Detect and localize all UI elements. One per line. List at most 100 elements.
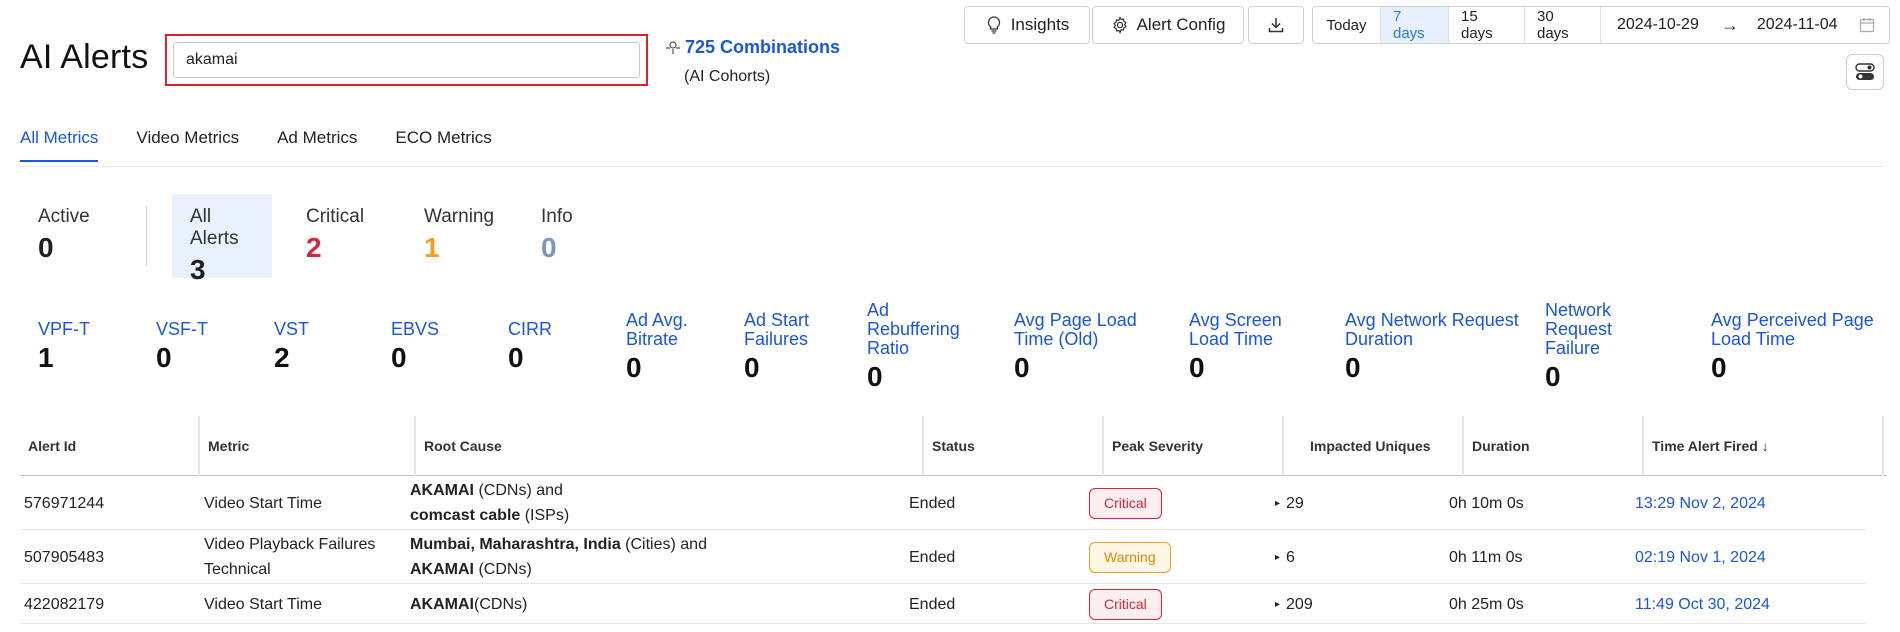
end-date-input[interactable]: 2024-11-04 bbox=[1741, 16, 1854, 34]
alert-id: 507905483 bbox=[24, 548, 105, 566]
counter-label: Warning bbox=[424, 206, 495, 227]
severity-badge: Critical bbox=[1089, 487, 1162, 519]
alert-duration: 0h 25m 0s bbox=[1449, 595, 1524, 613]
counter-active[interactable]: Active 0 bbox=[20, 194, 108, 278]
expand-triangle-icon: ▸ bbox=[1275, 598, 1281, 610]
counter-value: 0 bbox=[541, 232, 557, 263]
metric-label: Network Request Failure bbox=[1545, 300, 1613, 358]
metric-label: Avg Perceived Page Load Time bbox=[1711, 310, 1874, 349]
col-root-cause[interactable]: Root Cause bbox=[414, 416, 922, 476]
col-duration[interactable]: Duration bbox=[1462, 416, 1642, 476]
insights-button[interactable]: Insights bbox=[964, 6, 1090, 44]
metric-ad-rebuffering-ratio[interactable]: Ad Rebuffering Ratio 0 bbox=[867, 301, 977, 393]
counter-value: 2 bbox=[306, 232, 322, 263]
range-7-days[interactable]: 7 days bbox=[1381, 7, 1449, 43]
tab-eco-metrics[interactable]: ECO Metrics bbox=[395, 128, 491, 162]
calendar-icon[interactable] bbox=[1859, 17, 1875, 33]
metric-avg-perceived-page-load-time[interactable]: Avg Perceived Page Load Time 0 bbox=[1711, 311, 1891, 384]
root-cause-primary-type: (CDNs) bbox=[474, 595, 528, 613]
col-peak-severity[interactable]: Peak Severity bbox=[1102, 416, 1282, 476]
metric-ad-start-failures[interactable]: Ad Start Failures 0 bbox=[744, 311, 844, 384]
alert-id: 576971244 bbox=[24, 494, 105, 512]
time-alert-fired-link[interactable]: 13:29 Nov 2, 2024 bbox=[1635, 476, 1766, 530]
toggle-icon bbox=[1855, 63, 1875, 80]
impacted-uniques[interactable]: ▸ 209 bbox=[1275, 584, 1313, 624]
alert-status: Ended bbox=[909, 595, 956, 613]
col-status[interactable]: Status bbox=[922, 416, 1102, 476]
header-end-divider bbox=[1882, 416, 1884, 476]
metric-value: 0 bbox=[1545, 361, 1561, 392]
search-input[interactable] bbox=[173, 42, 640, 78]
alert-config-button[interactable]: Alert Config bbox=[1092, 6, 1244, 44]
download-icon bbox=[1268, 18, 1284, 33]
counter-label: All Alerts bbox=[190, 206, 239, 249]
table-row[interactable]: 507905483 Video Playback Failures Techni… bbox=[20, 530, 1866, 584]
range-30-days[interactable]: 30 days bbox=[1525, 7, 1601, 43]
table-row[interactable]: 422082179 Video Start Time AKAMAI (CDNs)… bbox=[20, 584, 1866, 624]
insights-label: Insights bbox=[1010, 15, 1070, 34]
range-15-days[interactable]: 15 days bbox=[1449, 7, 1525, 43]
counter-value: 1 bbox=[424, 232, 440, 263]
metric-ad-avg-bitrate[interactable]: Ad Avg. Bitrate 0 bbox=[626, 311, 726, 384]
tab-all-metrics[interactable]: All Metrics bbox=[20, 128, 99, 162]
metric-network-request-failure[interactable]: Network Request Failure 0 bbox=[1545, 301, 1645, 393]
counter-warning[interactable]: Warning 1 bbox=[406, 194, 512, 278]
metric-avg-network-request-duration[interactable]: Avg Network Request Duration 0 bbox=[1345, 311, 1535, 384]
root-cause-primary-type: (CDNs) and bbox=[474, 482, 563, 499]
col-metric[interactable]: Metric bbox=[198, 416, 414, 476]
impacted-uniques-value: 209 bbox=[1286, 595, 1313, 613]
download-button[interactable] bbox=[1248, 6, 1304, 44]
combinations-link[interactable]: 725 Combinations bbox=[664, 37, 840, 58]
table-row[interactable]: 576971244 Video Start Time AKAMAI (CDNs)… bbox=[20, 476, 1866, 530]
table-header: Alert Id Metric Root Cause Status Peak S… bbox=[20, 416, 1886, 476]
root-cause-primary: AKAMAI bbox=[410, 482, 474, 499]
impacted-uniques[interactable]: ▸ 29 bbox=[1275, 476, 1304, 530]
metric-avg-page-load-time-old[interactable]: Avg Page Load Time (Old) 0 bbox=[1014, 311, 1179, 384]
severity-cell: Critical bbox=[1089, 584, 1162, 624]
metric-label: Ad Avg. Bitrate bbox=[626, 310, 688, 349]
counter-value: 0 bbox=[38, 232, 54, 263]
arrow-right-icon: → bbox=[1720, 14, 1739, 35]
impacted-uniques-value: 29 bbox=[1286, 494, 1304, 512]
time-alert-fired-link[interactable]: 02:19 Nov 1, 2024 bbox=[1635, 530, 1766, 584]
view-toggle-button[interactable] bbox=[1846, 54, 1884, 90]
counter-value: 3 bbox=[190, 254, 206, 285]
metric-value: 0 bbox=[1014, 352, 1030, 383]
alert-metric: Video Playback Failures Technical bbox=[204, 536, 376, 578]
alert-metric: Video Start Time bbox=[204, 595, 322, 613]
impacted-uniques[interactable]: ▸ 6 bbox=[1275, 530, 1295, 584]
cohort-icon bbox=[666, 40, 680, 54]
expand-triangle-icon: ▸ bbox=[1275, 497, 1281, 509]
range-today[interactable]: Today bbox=[1313, 7, 1381, 43]
counter-critical[interactable]: Critical 2 bbox=[288, 194, 382, 278]
severity-badge: Warning bbox=[1089, 541, 1171, 573]
date-range-picker: Today 7 days 15 days 30 days 2024-10-29 … bbox=[1312, 6, 1890, 44]
lightbulb-icon bbox=[987, 16, 1000, 34]
counter-all-alerts[interactable]: All Alerts 3 bbox=[172, 194, 272, 285]
combinations-block: 725 Combinations (AI Cohorts) bbox=[664, 37, 840, 86]
metric-value: 0 bbox=[1189, 352, 1205, 383]
page-title: AI Alerts bbox=[20, 38, 149, 76]
col-impacted-uniques[interactable]: Impacted Uniques bbox=[1282, 416, 1462, 476]
col-time-alert-fired[interactable]: Time Alert Fired ↓ bbox=[1642, 416, 1884, 476]
metric-label: Avg Page Load Time (Old) bbox=[1014, 310, 1137, 349]
metric-value: 0 bbox=[1711, 352, 1727, 383]
counter-label: Info bbox=[541, 206, 573, 227]
metric-value: 0 bbox=[867, 361, 883, 392]
metric-tabs: All Metrics Video Metrics Ad Metrics ECO… bbox=[20, 128, 492, 162]
tab-video-metrics[interactable]: Video Metrics bbox=[136, 128, 239, 162]
time-alert-fired-link[interactable]: 11:49 Oct 30, 2024 bbox=[1635, 584, 1770, 624]
counter-label: Active bbox=[38, 206, 90, 227]
metric-value: 0 bbox=[1345, 352, 1361, 383]
search-highlight-box bbox=[165, 34, 648, 86]
start-date-input[interactable]: 2024-10-29 bbox=[1601, 16, 1715, 34]
severity-cell: Critical bbox=[1089, 476, 1162, 530]
root-cause-secondary-type: (CDNs) bbox=[474, 561, 532, 578]
combinations-subtitle: (AI Cohorts) bbox=[684, 68, 771, 85]
metric-avg-screen-load-time[interactable]: Avg Screen Load Time 0 bbox=[1189, 311, 1309, 384]
col-alert-id[interactable]: Alert Id bbox=[20, 416, 198, 476]
counter-info[interactable]: Info 0 bbox=[523, 194, 591, 278]
combinations-label: 725 Combinations bbox=[685, 37, 841, 57]
tab-ad-metrics[interactable]: Ad Metrics bbox=[277, 128, 357, 162]
root-cause-secondary-type: (ISPs) bbox=[520, 507, 570, 524]
